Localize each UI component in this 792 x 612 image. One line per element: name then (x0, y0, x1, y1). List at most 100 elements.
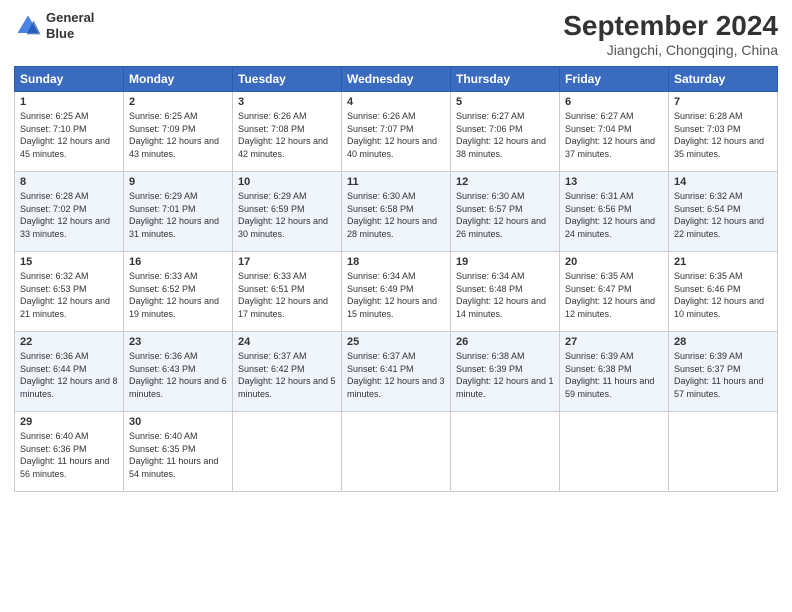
day-info: Sunrise: 6:35 AM Sunset: 6:47 PM Dayligh… (565, 270, 663, 320)
table-cell: 5 Sunrise: 6:27 AM Sunset: 7:06 PM Dayli… (451, 92, 560, 172)
table-row: 22 Sunrise: 6:36 AM Sunset: 6:44 PM Dayl… (15, 332, 778, 412)
title-block: September 2024 Jiangchi, Chongqing, Chin… (563, 10, 778, 58)
table-cell: 12 Sunrise: 6:30 AM Sunset: 6:57 PM Dayl… (451, 172, 560, 252)
col-tuesday: Tuesday (233, 67, 342, 92)
table-cell: 10 Sunrise: 6:29 AM Sunset: 6:59 PM Dayl… (233, 172, 342, 252)
col-friday: Friday (560, 67, 669, 92)
col-wednesday: Wednesday (342, 67, 451, 92)
day-info: Sunrise: 6:40 AM Sunset: 6:36 PM Dayligh… (20, 430, 118, 480)
day-info: Sunrise: 6:31 AM Sunset: 6:56 PM Dayligh… (565, 190, 663, 240)
table-cell: 28 Sunrise: 6:39 AM Sunset: 6:37 PM Dayl… (669, 332, 778, 412)
table-cell: 3 Sunrise: 6:26 AM Sunset: 7:08 PM Dayli… (233, 92, 342, 172)
col-monday: Monday (124, 67, 233, 92)
day-number: 2 (129, 96, 227, 108)
day-number: 19 (456, 256, 554, 268)
table-cell: 14 Sunrise: 6:32 AM Sunset: 6:54 PM Dayl… (669, 172, 778, 252)
day-number: 21 (674, 256, 772, 268)
calendar-table: Sunday Monday Tuesday Wednesday Thursday… (14, 66, 778, 492)
col-sunday: Sunday (15, 67, 124, 92)
day-info: Sunrise: 6:32 AM Sunset: 6:53 PM Dayligh… (20, 270, 118, 320)
day-number: 15 (20, 256, 118, 268)
table-row: 29 Sunrise: 6:40 AM Sunset: 6:36 PM Dayl… (15, 412, 778, 492)
day-info: Sunrise: 6:32 AM Sunset: 6:54 PM Dayligh… (674, 190, 772, 240)
day-info: Sunrise: 6:39 AM Sunset: 6:37 PM Dayligh… (674, 350, 772, 400)
table-cell: 13 Sunrise: 6:31 AM Sunset: 6:56 PM Dayl… (560, 172, 669, 252)
day-info: Sunrise: 6:37 AM Sunset: 6:41 PM Dayligh… (347, 350, 445, 400)
table-cell: 17 Sunrise: 6:33 AM Sunset: 6:51 PM Dayl… (233, 252, 342, 332)
day-number: 16 (129, 256, 227, 268)
day-info: Sunrise: 6:36 AM Sunset: 6:43 PM Dayligh… (129, 350, 227, 400)
table-cell: 11 Sunrise: 6:30 AM Sunset: 6:58 PM Dayl… (342, 172, 451, 252)
day-number: 7 (674, 96, 772, 108)
day-info: Sunrise: 6:28 AM Sunset: 7:02 PM Dayligh… (20, 190, 118, 240)
day-number: 13 (565, 176, 663, 188)
day-info: Sunrise: 6:38 AM Sunset: 6:39 PM Dayligh… (456, 350, 554, 400)
table-row: 1 Sunrise: 6:25 AM Sunset: 7:10 PM Dayli… (15, 92, 778, 172)
day-info: Sunrise: 6:28 AM Sunset: 7:03 PM Dayligh… (674, 110, 772, 160)
table-cell: 22 Sunrise: 6:36 AM Sunset: 6:44 PM Dayl… (15, 332, 124, 412)
day-number: 10 (238, 176, 336, 188)
day-number: 4 (347, 96, 445, 108)
logo-icon (14, 12, 42, 40)
day-number: 18 (347, 256, 445, 268)
table-cell: 2 Sunrise: 6:25 AM Sunset: 7:09 PM Dayli… (124, 92, 233, 172)
table-cell: 24 Sunrise: 6:37 AM Sunset: 6:42 PM Dayl… (233, 332, 342, 412)
month-title: September 2024 (563, 10, 778, 42)
table-row: 8 Sunrise: 6:28 AM Sunset: 7:02 PM Dayli… (15, 172, 778, 252)
day-info: Sunrise: 6:25 AM Sunset: 7:10 PM Dayligh… (20, 110, 118, 160)
table-cell (669, 412, 778, 492)
header-row: Sunday Monday Tuesday Wednesday Thursday… (15, 67, 778, 92)
day-number: 17 (238, 256, 336, 268)
table-cell: 19 Sunrise: 6:34 AM Sunset: 6:48 PM Dayl… (451, 252, 560, 332)
day-info: Sunrise: 6:35 AM Sunset: 6:46 PM Dayligh… (674, 270, 772, 320)
table-cell: 30 Sunrise: 6:40 AM Sunset: 6:35 PM Dayl… (124, 412, 233, 492)
day-info: Sunrise: 6:30 AM Sunset: 6:58 PM Dayligh… (347, 190, 445, 240)
day-number: 24 (238, 336, 336, 348)
table-cell: 9 Sunrise: 6:29 AM Sunset: 7:01 PM Dayli… (124, 172, 233, 252)
day-number: 3 (238, 96, 336, 108)
logo-line2: Blue (46, 26, 94, 42)
table-cell (451, 412, 560, 492)
day-number: 5 (456, 96, 554, 108)
day-number: 20 (565, 256, 663, 268)
day-info: Sunrise: 6:29 AM Sunset: 6:59 PM Dayligh… (238, 190, 336, 240)
day-number: 8 (20, 176, 118, 188)
col-thursday: Thursday (451, 67, 560, 92)
location: Jiangchi, Chongqing, China (563, 42, 778, 58)
table-cell: 7 Sunrise: 6:28 AM Sunset: 7:03 PM Dayli… (669, 92, 778, 172)
day-number: 12 (456, 176, 554, 188)
day-info: Sunrise: 6:27 AM Sunset: 7:06 PM Dayligh… (456, 110, 554, 160)
table-cell: 8 Sunrise: 6:28 AM Sunset: 7:02 PM Dayli… (15, 172, 124, 252)
day-number: 30 (129, 416, 227, 428)
table-cell: 1 Sunrise: 6:25 AM Sunset: 7:10 PM Dayli… (15, 92, 124, 172)
table-cell: 27 Sunrise: 6:39 AM Sunset: 6:38 PM Dayl… (560, 332, 669, 412)
table-cell: 4 Sunrise: 6:26 AM Sunset: 7:07 PM Dayli… (342, 92, 451, 172)
day-number: 27 (565, 336, 663, 348)
day-number: 9 (129, 176, 227, 188)
table-cell: 6 Sunrise: 6:27 AM Sunset: 7:04 PM Dayli… (560, 92, 669, 172)
calendar-container: General Blue September 2024 Jiangchi, Ch… (0, 0, 792, 612)
day-info: Sunrise: 6:40 AM Sunset: 6:35 PM Dayligh… (129, 430, 227, 480)
table-cell: 20 Sunrise: 6:35 AM Sunset: 6:47 PM Dayl… (560, 252, 669, 332)
day-info: Sunrise: 6:25 AM Sunset: 7:09 PM Dayligh… (129, 110, 227, 160)
header: General Blue September 2024 Jiangchi, Ch… (14, 10, 778, 58)
logo: General Blue (14, 10, 94, 41)
table-cell: 29 Sunrise: 6:40 AM Sunset: 6:36 PM Dayl… (15, 412, 124, 492)
table-cell: 15 Sunrise: 6:32 AM Sunset: 6:53 PM Dayl… (15, 252, 124, 332)
table-cell: 23 Sunrise: 6:36 AM Sunset: 6:43 PM Dayl… (124, 332, 233, 412)
day-info: Sunrise: 6:33 AM Sunset: 6:51 PM Dayligh… (238, 270, 336, 320)
day-info: Sunrise: 6:37 AM Sunset: 6:42 PM Dayligh… (238, 350, 336, 400)
day-number: 26 (456, 336, 554, 348)
day-number: 14 (674, 176, 772, 188)
table-cell (342, 412, 451, 492)
table-cell: 25 Sunrise: 6:37 AM Sunset: 6:41 PM Dayl… (342, 332, 451, 412)
table-row: 15 Sunrise: 6:32 AM Sunset: 6:53 PM Dayl… (15, 252, 778, 332)
table-cell (233, 412, 342, 492)
day-info: Sunrise: 6:26 AM Sunset: 7:07 PM Dayligh… (347, 110, 445, 160)
day-number: 23 (129, 336, 227, 348)
day-number: 6 (565, 96, 663, 108)
day-number: 25 (347, 336, 445, 348)
day-info: Sunrise: 6:34 AM Sunset: 6:48 PM Dayligh… (456, 270, 554, 320)
col-saturday: Saturday (669, 67, 778, 92)
table-cell: 26 Sunrise: 6:38 AM Sunset: 6:39 PM Dayl… (451, 332, 560, 412)
